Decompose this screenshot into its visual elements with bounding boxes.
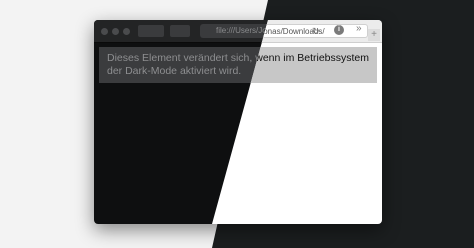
close-window-button[interactable]	[101, 28, 108, 35]
minimize-window-button[interactable]	[112, 28, 119, 35]
new-tab-button[interactable]: +	[368, 29, 380, 41]
zoom-window-button[interactable]	[123, 28, 130, 35]
browser-window: file:///Users/Jonas/Downloads/ ↻ i » + D…	[94, 20, 382, 224]
overflow-chevron-icon[interactable]: »	[356, 23, 362, 34]
back-forward-button[interactable]	[138, 25, 164, 37]
reload-icon[interactable]: ↻	[312, 24, 320, 38]
sidebar-toggle-button[interactable]	[170, 25, 190, 37]
info-icon[interactable]: i	[334, 25, 344, 35]
